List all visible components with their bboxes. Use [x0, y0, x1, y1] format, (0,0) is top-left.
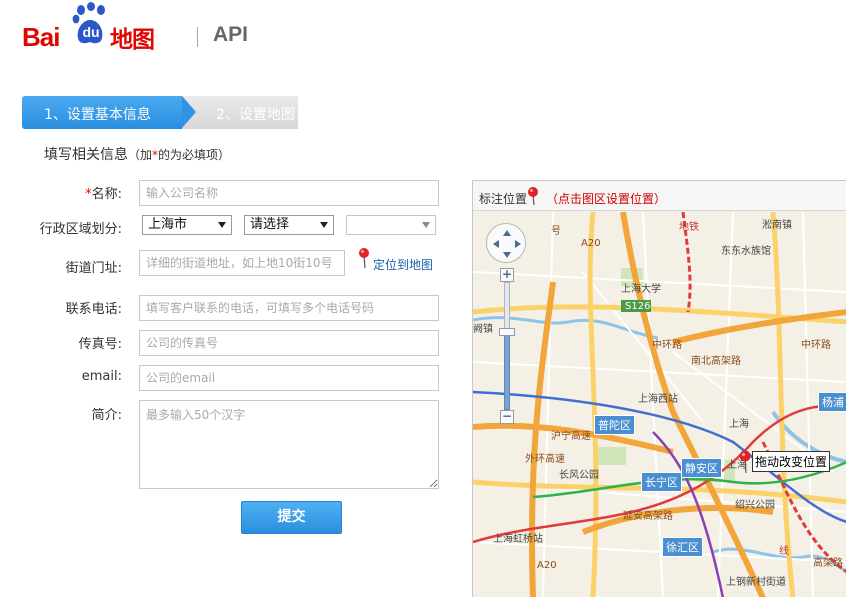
road-label: A20	[581, 238, 601, 249]
road-label: 中环路	[801, 340, 831, 351]
chevron-down-icon	[218, 222, 226, 228]
locate-on-map-link[interactable]: 定位到地图	[357, 247, 447, 272]
zoom-out-button[interactable]: −	[500, 410, 514, 424]
road-label: 南北高架路	[691, 356, 741, 367]
chevron-down-icon	[320, 222, 328, 228]
place-label: 绍兴公园	[735, 500, 775, 511]
city-select[interactable]: 请选择	[244, 215, 334, 235]
email-label: email:	[81, 369, 122, 384]
road-label: 中环路	[652, 340, 682, 351]
company-name-input[interactable]	[139, 180, 439, 206]
map-zoom-control: + −	[499, 268, 515, 424]
step-tab-basic-info[interactable]: 1、设置基本信息	[22, 96, 182, 129]
zoom-slider-handle[interactable]	[499, 328, 515, 336]
street-address-input[interactable]	[139, 250, 345, 276]
road-label: A20	[537, 560, 557, 571]
step-arrow	[182, 96, 196, 128]
region-label: 行政区域划分:	[39, 222, 122, 237]
province-select-value: 上海市	[148, 217, 188, 232]
city-select-value: 请选择	[250, 217, 290, 232]
road-label: 号	[551, 226, 561, 237]
road-label: 沪宁高速	[551, 431, 591, 442]
logo-du-text: du	[82, 24, 100, 40]
street-label: 街道门址:	[65, 261, 122, 276]
name-label: *名称:	[85, 187, 122, 202]
map-header-label: 标注位置	[479, 192, 528, 206]
phone-input[interactable]	[139, 295, 439, 321]
section-title-text: 填写相关信息	[44, 147, 128, 163]
road-label: 地铁	[679, 222, 699, 233]
section-hint: （加*的为必填项）	[128, 148, 231, 162]
map-pin-icon	[359, 248, 369, 269]
place-label: 长风公园	[559, 470, 599, 481]
road-label: 线	[779, 546, 789, 557]
logo-map-text: 地图	[110, 27, 155, 53]
place-label: 上海	[729, 419, 749, 430]
map-pan-control[interactable]	[486, 223, 526, 263]
step-tab-label: 2、设置地图	[216, 107, 295, 123]
province-select[interactable]: 上海市	[142, 215, 232, 235]
road-label: 延安高架路	[623, 511, 673, 522]
chevron-down-icon	[422, 222, 430, 228]
map-header-hint: （点击图区设置位置）	[546, 192, 667, 206]
place-label: 上钢新村街道	[726, 577, 786, 588]
fax-label: 传真号:	[78, 337, 122, 352]
place-label: 东东水族馆	[721, 246, 771, 257]
step-tab-map-settings[interactable]: 2、设置地图	[182, 96, 298, 129]
road-label: 外环高速	[525, 454, 565, 465]
submit-button[interactable]: 提交	[241, 501, 342, 534]
district-badge: 静安区	[681, 458, 722, 478]
logo-bai-text: Bai	[22, 22, 60, 52]
district-badge: 普陀区	[594, 415, 635, 435]
zoom-level-fill	[504, 334, 510, 410]
district-badge: 杨浦	[818, 392, 846, 412]
step-tabs: 1、设置基本信息 2、设置地图	[22, 96, 322, 129]
map-panel: 标注位置 （点击图区设置位置） 淞南镇 东东水族馆 上海大学 上海西站 上海 长…	[472, 180, 846, 597]
logo-api-text: API	[213, 23, 249, 46]
place-label: 阙镇	[473, 324, 493, 335]
place-label: 上海西站	[638, 394, 678, 405]
intro-textarea[interactable]	[139, 400, 439, 489]
district-select[interactable]	[346, 215, 436, 235]
zoom-in-button[interactable]: +	[500, 268, 514, 282]
map-pin-icon	[528, 187, 538, 206]
locate-on-map-label: 定位到地图	[373, 258, 434, 272]
pan-arrows-icon	[493, 230, 521, 258]
place-label: 上海大学	[621, 284, 661, 295]
district-badge: 徐汇区	[662, 537, 703, 557]
map-header: 标注位置 （点击图区设置位置）	[473, 181, 846, 211]
phone-label: 联系电话:	[65, 302, 122, 317]
place-label: 上海虹桥站	[493, 534, 543, 545]
baidu-map-logo: Bai du 地图 API	[22, 2, 248, 53]
email-input[interactable]	[139, 365, 439, 391]
step-tab-label: 1、设置基本信息	[44, 107, 151, 123]
marker-drag-label: 拖动改变位置	[752, 451, 831, 472]
road-label: S126	[625, 301, 651, 312]
intro-label: 简介:	[91, 408, 122, 423]
logo-divider	[197, 27, 198, 47]
district-badge: 长宁区	[641, 472, 682, 492]
place-label: 淞南镇	[762, 220, 792, 231]
fax-input[interactable]	[139, 330, 439, 356]
map-pin-icon[interactable]	[738, 450, 752, 474]
map-canvas[interactable]: 淞南镇 东东水族馆 上海大学 上海西站 上海 长风公园 绍兴公园 上海虹桥站 上…	[473, 212, 846, 597]
road-label: 高架路	[813, 558, 843, 569]
section-title: 填写相关信息（加*的为必填项）	[44, 144, 230, 164]
